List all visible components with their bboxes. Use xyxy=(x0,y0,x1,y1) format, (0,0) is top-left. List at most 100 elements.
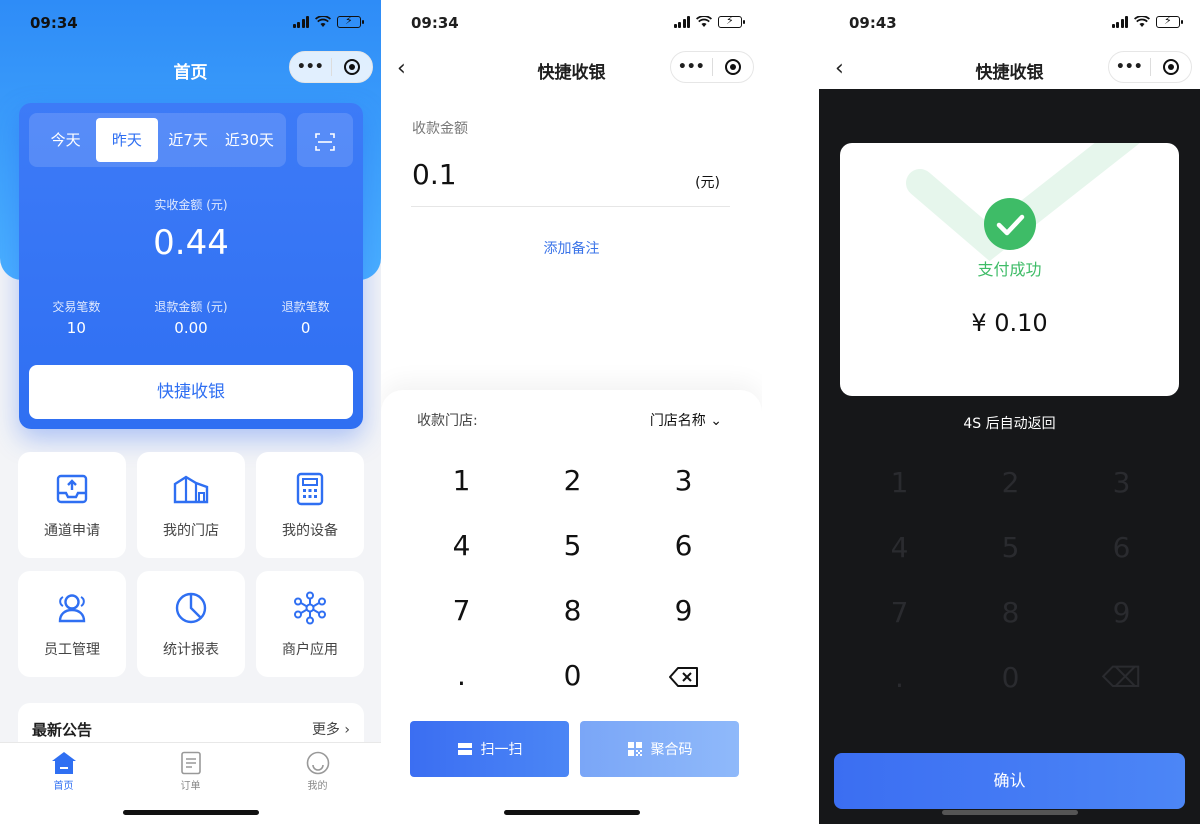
staff-icon xyxy=(58,594,86,623)
stat-refund-count: 退款笔数 0 xyxy=(281,300,330,337)
home-icon xyxy=(51,752,76,774)
wifi-icon xyxy=(315,16,331,27)
aggregate-qr-button[interactable]: 聚合码 xyxy=(580,721,739,777)
calculator-icon xyxy=(296,472,324,506)
key-4[interactable]: 4 xyxy=(406,513,517,578)
payment-success-dialog: 支付成功 ¥ 0.10 xyxy=(840,143,1179,396)
signal-icon xyxy=(292,16,309,28)
tile-stats-report[interactable]: 统计报表 xyxy=(137,571,245,677)
key-0[interactable]: 0 xyxy=(517,643,628,708)
key-5[interactable]: 5 xyxy=(517,513,628,578)
tile-staff[interactable]: 员工管理 xyxy=(18,571,126,677)
revenue-card: 今天 昨天 近7天 近30天 实收金额 (元) 0.44 交易笔数 10 退款金额… xyxy=(19,103,363,429)
range-tab-yesterday[interactable]: 昨天 xyxy=(96,118,158,162)
status-icons: ⚡ xyxy=(292,14,364,28)
notice-title: 最新公告 xyxy=(32,721,93,739)
key-delete[interactable] xyxy=(628,643,739,708)
status-bar: 09:34 ⚡ xyxy=(0,0,381,46)
scan-button[interactable] xyxy=(297,113,353,167)
nav-bar: 首页 ••• xyxy=(0,46,381,90)
dim-key-7: 7 xyxy=(890,596,909,629)
signal-icon xyxy=(673,16,690,28)
stat-refund-amount: 退款金额 (元) 0.00 xyxy=(154,300,228,337)
tab-profile[interactable]: 我的 xyxy=(254,743,381,824)
keypad-panel: 收款门店: 门店名称 ⌄ 1 2 3 4 5 6 7 8 9 . 0 扫一扫 聚… xyxy=(381,390,762,824)
dim-key-8: 8 xyxy=(1001,596,1020,629)
dim-key-1: 1 xyxy=(890,466,909,499)
order-icon xyxy=(180,751,201,775)
add-remark-link[interactable]: 添加备注 xyxy=(381,238,762,258)
more-dots-icon[interactable]: ••• xyxy=(290,59,331,75)
wifi-icon xyxy=(1134,16,1150,27)
tile-channel-apply[interactable]: 通道申请 xyxy=(18,452,126,558)
cashier-screen: 09:34 ⚡ ‹ 快捷收银 ••• 收款金额 0.1 (元) 添加备注 收款门… xyxy=(381,0,762,824)
more-dots-icon[interactable]: ••• xyxy=(1109,59,1150,75)
tile-my-device[interactable]: 我的设备 xyxy=(256,452,364,558)
home-indicator xyxy=(941,810,1078,815)
key-dot[interactable]: . xyxy=(406,643,517,708)
stat-transactions: 交易笔数 10 xyxy=(52,300,101,337)
store-icon xyxy=(173,475,209,504)
close-target-button[interactable] xyxy=(713,59,754,75)
key-8[interactable]: 8 xyxy=(517,578,628,643)
amount-input[interactable]: 0.1 xyxy=(412,158,457,191)
received-amount-label: 实收金额 (元) xyxy=(154,198,228,212)
chevron-right-icon: › xyxy=(344,722,350,738)
range-tab-7days[interactable]: 近7天 xyxy=(158,118,219,162)
nav-bar: ‹ 快捷收银 ••• xyxy=(381,46,762,90)
feature-grid: 通道申请 我的门店 我的设备 员工管理 统计报表 商户应用 xyxy=(18,452,364,677)
paid-amount: ¥ 0.10 xyxy=(971,309,1048,337)
confirm-button[interactable]: 确认 xyxy=(834,753,1185,809)
quick-cashier-button[interactable]: 快捷收银 xyxy=(29,365,353,419)
status-icons: ⚡ xyxy=(673,14,745,28)
home-indicator xyxy=(122,810,259,815)
numeric-keypad: 1 2 3 4 5 6 7 8 9 . 0 xyxy=(406,448,739,708)
battery-icon: ⚡ xyxy=(718,14,745,28)
scan-icon xyxy=(315,132,335,151)
dim-key-9: 9 xyxy=(1112,596,1131,629)
close-target-button[interactable] xyxy=(1151,59,1192,75)
dim-key-2: 2 xyxy=(1001,466,1020,499)
nav-bar: ‹ 快捷收银 ••• xyxy=(819,46,1200,89)
miniapp-capsule: ••• xyxy=(670,51,754,83)
key-3[interactable]: 3 xyxy=(628,448,739,513)
store-label: 收款门店: xyxy=(417,413,478,429)
range-tab-30days[interactable]: 近30天 xyxy=(219,118,280,162)
apps-network-icon xyxy=(294,591,326,625)
close-target-button[interactable] xyxy=(332,59,373,75)
key-1[interactable]: 1 xyxy=(406,448,517,513)
wifi-icon xyxy=(696,16,712,27)
key-7[interactable]: 7 xyxy=(406,578,517,643)
store-selector[interactable]: 收款门店: 门店名称 ⌄ xyxy=(417,410,722,430)
profile-smile-icon xyxy=(306,751,329,775)
more-dots-icon[interactable]: ••• xyxy=(671,59,712,75)
tile-my-store[interactable]: 我的门店 xyxy=(137,452,245,558)
backspace-icon xyxy=(668,667,698,687)
amount-label: 收款金额 xyxy=(412,121,468,137)
key-2[interactable]: 2 xyxy=(517,448,628,513)
dim-key-6: 6 xyxy=(1112,531,1131,564)
date-range-tabs: 今天 昨天 近7天 近30天 xyxy=(29,113,286,167)
tile-merchant-apps[interactable]: 商户应用 xyxy=(256,571,364,677)
miniapp-capsule: ••• xyxy=(1108,51,1192,83)
battery-icon: ⚡ xyxy=(337,14,364,28)
status-bar: 09:43 ⚡ xyxy=(819,0,1200,46)
tab-home[interactable]: 首页 xyxy=(0,743,127,824)
key-9[interactable]: 9 xyxy=(628,578,739,643)
status-time: 09:34 xyxy=(411,14,459,32)
battery-icon: ⚡ xyxy=(1156,14,1183,28)
dim-key-5: 5 xyxy=(1001,531,1020,564)
pie-chart-icon xyxy=(175,592,207,624)
scan-pay-button[interactable]: 扫一扫 xyxy=(410,721,569,777)
notice-more-link[interactable]: 更多 › xyxy=(312,719,350,739)
payment-success-screen: 09:43 ⚡ ‹ 快捷收银 ••• 1 2 3 4 5 6 7 8 9 . 0… xyxy=(819,0,1200,824)
upload-tray-icon xyxy=(56,474,88,504)
success-check-icon xyxy=(984,198,1036,250)
store-dropdown[interactable]: 门店名称 ⌄ xyxy=(650,410,722,430)
chevron-down-icon: ⌄ xyxy=(710,413,722,429)
range-tab-today[interactable]: 今天 xyxy=(35,118,96,162)
signal-icon xyxy=(1111,16,1128,28)
qr-code-icon xyxy=(627,742,642,756)
dim-key-0: 0 xyxy=(1001,661,1020,694)
key-6[interactable]: 6 xyxy=(628,513,739,578)
